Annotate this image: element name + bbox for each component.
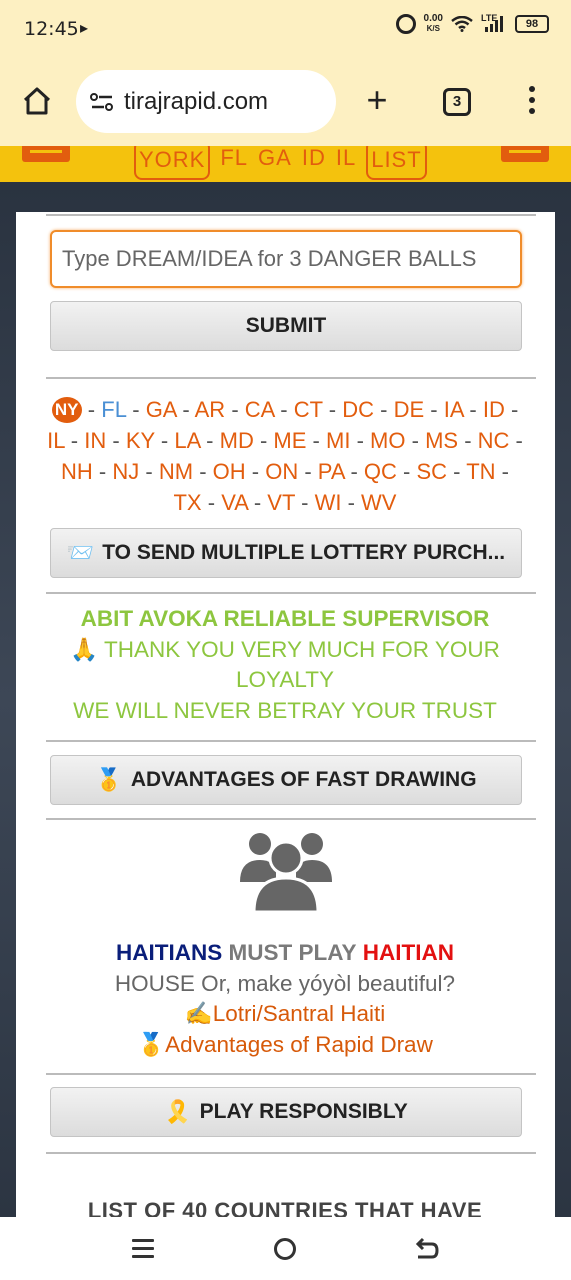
- home-circle-icon[interactable]: [274, 1238, 296, 1260]
- writing-hand-icon: ✍️: [184, 1001, 213, 1026]
- state-link-ia[interactable]: IA: [444, 397, 464, 422]
- header-states-nav: YORK FL GA ID IL LIST: [134, 146, 427, 180]
- thanks-text: THANK YOU VERY MUCH FOR YOUR LOYALTY: [103, 636, 500, 693]
- state-link-pa[interactable]: PA: [318, 459, 345, 484]
- state-link-va[interactable]: VA: [221, 490, 248, 515]
- state-link-de[interactable]: DE: [394, 397, 425, 422]
- divider: [46, 377, 536, 379]
- state-link-nj[interactable]: NJ: [112, 459, 139, 484]
- dream-input[interactable]: [50, 230, 522, 288]
- header-link-list[interactable]: LIST: [366, 146, 427, 180]
- left-menu-icon[interactable]: [22, 146, 70, 162]
- advantages-button[interactable]: 🥇 ADVANTAGES OF FAST DRAWING: [50, 755, 522, 805]
- battery-icon: 98: [515, 15, 549, 33]
- divider: [46, 818, 536, 820]
- back-icon[interactable]: [414, 1237, 440, 1261]
- header-link-york[interactable]: YORK: [134, 146, 211, 180]
- state-link-nm[interactable]: NM: [159, 459, 193, 484]
- tab-switcher-button[interactable]: 3: [443, 88, 471, 116]
- state-link-vt[interactable]: VT: [267, 490, 295, 515]
- state-link-ms[interactable]: MS: [425, 428, 458, 453]
- site-header: YORK FL GA ID IL LIST: [0, 146, 571, 182]
- supervisor-message: ABIT AVOKA RELIABLE SUPERVISOR 🙏 THANK Y…: [46, 604, 524, 726]
- recent-apps-icon[interactable]: [132, 1239, 154, 1259]
- status-time: 12:45: [24, 18, 79, 40]
- advantages-rapid-draw-link[interactable]: 🥇Advantages of Rapid Draw: [46, 1030, 524, 1061]
- header-link-id[interactable]: ID: [302, 146, 326, 180]
- submit-button[interactable]: SUBMIT: [50, 301, 522, 351]
- address-bar[interactable]: tirajrapid.com: [76, 70, 336, 133]
- play-responsibly-button[interactable]: 🎗️ PLAY RESPONSIBLY: [50, 1087, 522, 1137]
- play-arrow-icon: ▸: [80, 20, 89, 37]
- state-link-md[interactable]: MD: [220, 428, 254, 453]
- supervisor-title: ABIT AVOKA RELIABLE SUPERVISOR: [80, 606, 490, 631]
- state-link-il[interactable]: IL: [47, 428, 65, 453]
- divider: [46, 740, 536, 742]
- haiti-message: HAITIANS MUST PLAY HAITIAN HOUSE Or, mak…: [46, 938, 524, 1060]
- status-bar: 12:45 ▸ 0.00 K/S LTE 98: [0, 0, 571, 58]
- state-link-ar[interactable]: AR: [195, 397, 226, 422]
- state-link-nh[interactable]: NH: [61, 459, 93, 484]
- promise-text: WE WILL NEVER BETRAY YOUR TRUST: [73, 697, 497, 723]
- multiple-purchase-button[interactable]: 📨 TO SEND MULTIPLE LOTTERY PURCH...: [50, 528, 522, 578]
- states-list: NY - FL - GA - AR - CA - CT - DC - DE - …: [47, 397, 523, 515]
- state-link-ca[interactable]: CA: [245, 397, 274, 422]
- state-link-dc[interactable]: DC: [342, 397, 374, 422]
- state-link-sc[interactable]: SC: [416, 459, 447, 484]
- content-panel: SUBMIT NY - FL - GA - AR - CA - CT - DC …: [16, 212, 555, 1222]
- users-group-icon: [240, 830, 332, 914]
- state-link-me[interactable]: ME: [273, 428, 306, 453]
- network-speed: 0.00 K/S: [423, 13, 443, 34]
- medal-icon: 🥇: [95, 767, 123, 792]
- state-link-ga[interactable]: GA: [146, 397, 177, 422]
- state-link-fl[interactable]: FL: [101, 397, 126, 422]
- praying-hands-icon: 🙏: [70, 636, 99, 662]
- divider: [46, 592, 536, 594]
- lotri-santral-link[interactable]: ✍️Lotri/Santral Haiti: [46, 999, 524, 1030]
- system-nav-bar: [0, 1217, 571, 1280]
- state-link-mo[interactable]: MO: [370, 428, 405, 453]
- state-link-la[interactable]: LA: [174, 428, 200, 453]
- state-link-wv[interactable]: WV: [361, 490, 396, 515]
- header-link-ga[interactable]: GA: [258, 146, 292, 180]
- right-menu-icon[interactable]: [501, 146, 549, 162]
- wifi-icon: [451, 16, 473, 32]
- state-link-wi[interactable]: WI: [315, 490, 342, 515]
- divider: [46, 1073, 536, 1075]
- ny-badge[interactable]: NY: [51, 397, 82, 423]
- signal-icon: LTE: [481, 13, 507, 33]
- state-link-in[interactable]: IN: [84, 428, 106, 453]
- new-tab-plus-icon[interactable]: +: [362, 82, 392, 118]
- divider: [46, 214, 536, 216]
- ribbon-icon: 🎗️: [164, 1099, 192, 1124]
- envelope-icon: 📨: [66, 540, 95, 565]
- state-link-tn[interactable]: TN: [466, 459, 495, 484]
- state-link-qc[interactable]: QC: [364, 459, 397, 484]
- state-link-on[interactable]: ON: [265, 459, 298, 484]
- state-link-nc[interactable]: NC: [478, 428, 510, 453]
- status-indicators: 0.00 K/S LTE 98: [395, 13, 549, 34]
- header-link-fl[interactable]: FL: [220, 146, 248, 180]
- site-settings-icon[interactable]: [90, 92, 114, 112]
- browser-toolbar: tirajrapid.com + 3: [0, 58, 571, 146]
- state-link-id[interactable]: ID: [483, 397, 505, 422]
- divider: [46, 1152, 536, 1154]
- home-icon[interactable]: [22, 86, 52, 116]
- state-link-mi[interactable]: MI: [326, 428, 350, 453]
- state-link-ct[interactable]: CT: [294, 397, 323, 422]
- url-text: tirajrapid.com: [124, 87, 269, 115]
- header-link-il[interactable]: IL: [336, 146, 356, 180]
- medal-icon: 🥇: [137, 1031, 166, 1057]
- state-link-ky[interactable]: KY: [126, 428, 155, 453]
- more-menu-icon[interactable]: [526, 86, 538, 118]
- state-link-oh[interactable]: OH: [213, 459, 246, 484]
- alarm-icon: [395, 14, 416, 34]
- state-link-tx[interactable]: TX: [173, 490, 201, 515]
